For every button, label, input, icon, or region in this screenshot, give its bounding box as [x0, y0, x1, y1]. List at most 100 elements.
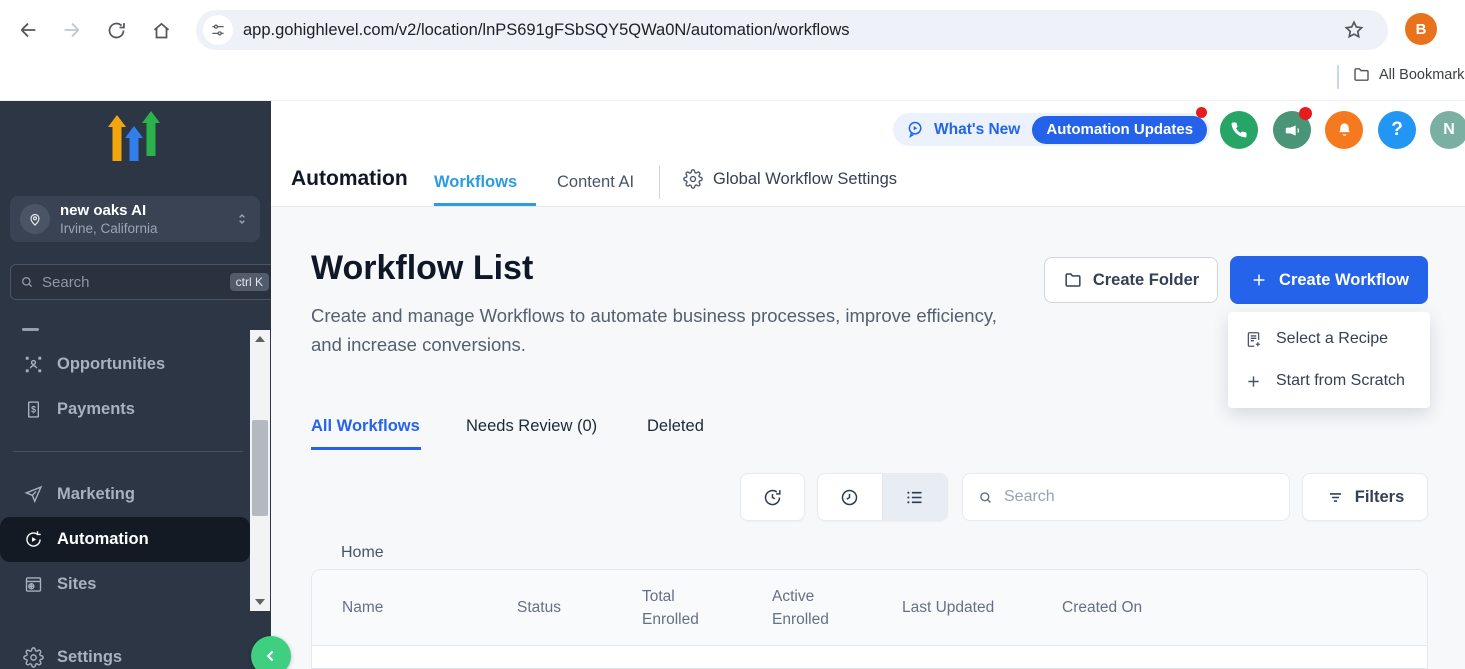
sidebar-scrollbar[interactable]: [250, 330, 270, 611]
menu-item-label: Select a Recipe: [1276, 330, 1388, 348]
chevron-left-icon: [261, 646, 281, 666]
location-switcher[interactable]: new oaks AI Irvine, California: [10, 196, 260, 242]
sidebar-collapse-button[interactable]: [251, 636, 291, 669]
global-workflow-settings-label: Global Workflow Settings: [713, 170, 897, 189]
whats-new-icon: [905, 119, 926, 140]
tab-content-ai[interactable]: Content AI: [557, 173, 634, 192]
create-folder-button[interactable]: Create Folder: [1044, 257, 1218, 303]
sidebar-item-label: Opportunities: [57, 355, 165, 374]
tab-needs-review[interactable]: Needs Review (0): [466, 417, 597, 436]
scrollbar-thumb[interactable]: [252, 420, 268, 516]
sidebar-item-label: Marketing: [57, 485, 135, 504]
workflow-list-title: Workflow List: [311, 249, 533, 288]
sidebar-item-opportunities[interactable]: Opportunities: [0, 342, 271, 387]
all-bookmarks-button[interactable]: All Bookmarks: [1352, 65, 1465, 84]
time-view-button[interactable]: [818, 474, 883, 520]
column-header-name: Name: [342, 599, 517, 617]
sidebar-item-label: Automation: [57, 530, 149, 549]
table-header-row: Name Status Total Enrolled Active Enroll…: [312, 570, 1427, 646]
column-header-active-enrolled: Active Enrolled: [772, 585, 902, 631]
page-title: Automation: [291, 167, 408, 191]
scrollbar-down-arrow[interactable]: [250, 593, 270, 611]
header-divider: [659, 165, 660, 199]
sidebar-item-label: Sites: [57, 575, 96, 594]
phone-icon: [1230, 121, 1248, 139]
search-icon: [19, 274, 35, 290]
browser-home-button[interactable]: [145, 14, 177, 46]
sidebar-search[interactable]: ctrl K: [10, 264, 278, 300]
scrollbar-up-arrow[interactable]: [250, 330, 270, 348]
filters-label: Filters: [1355, 488, 1405, 507]
clock-icon: [839, 487, 860, 508]
user-avatar[interactable]: N: [1430, 111, 1465, 149]
sidebar: new oaks AI Irvine, California ctrl K: [0, 101, 271, 669]
search-icon: [977, 489, 994, 506]
sidebar-item-payments[interactable]: $ Payments: [0, 387, 271, 432]
screen: app.gohighlevel.com/v2/location/lnPS691g…: [0, 0, 1465, 669]
whats-new-button[interactable]: What's New Automation Updates: [893, 113, 1210, 146]
url-text: app.gohighlevel.com/v2/location/lnPS691g…: [243, 21, 850, 40]
tab-all-workflows[interactable]: All Workflows: [311, 417, 420, 436]
location-name: new oaks AI: [60, 202, 234, 220]
menu-item-select-recipe[interactable]: Select a Recipe: [1228, 318, 1430, 360]
workflow-list-description: Create and manage Workflows to automate …: [311, 301, 1016, 359]
column-header-created-on: Created On: [1062, 599, 1142, 617]
sidebar-item-settings[interactable]: Settings: [0, 635, 271, 669]
notification-dot: [1196, 107, 1207, 118]
location-city: Irvine, California: [60, 220, 234, 237]
tab-workflows[interactable]: Workflows: [434, 173, 517, 192]
menu-item-start-from-scratch[interactable]: Start from Scratch: [1228, 360, 1430, 402]
folder-icon: [1352, 65, 1371, 84]
filter-icon: [1326, 488, 1345, 507]
create-workflow-button[interactable]: Create Workflow: [1230, 256, 1428, 304]
workflow-search-input[interactable]: [1004, 488, 1275, 506]
workflow-table: Name Status Total Enrolled Active Enroll…: [311, 569, 1428, 669]
create-workflow-dropdown: Select a Recipe Start from Scratch: [1228, 312, 1430, 408]
filters-button[interactable]: Filters: [1302, 473, 1428, 521]
gear-icon: [683, 169, 703, 189]
tab-deleted[interactable]: Deleted: [647, 417, 704, 436]
phone-button[interactable]: [1220, 111, 1258, 149]
active-tab-underline: [311, 447, 421, 450]
sidebar-search-input[interactable]: [42, 274, 230, 291]
address-bar[interactable]: app.gohighlevel.com/v2/location/lnPS691g…: [196, 10, 1388, 50]
bookmark-star-icon[interactable]: [1342, 18, 1366, 42]
whats-new-label: What's New: [934, 121, 1020, 139]
browser-back-button[interactable]: [12, 14, 44, 46]
breadcrumb[interactable]: Home: [341, 544, 384, 562]
automation-updates-badge[interactable]: Automation Updates: [1032, 116, 1207, 144]
sidebar-item-automation[interactable]: Automation: [0, 517, 250, 562]
opportunities-icon: [22, 354, 44, 376]
sidebar-item-marketing[interactable]: Marketing: [0, 472, 271, 517]
history-button[interactable]: [740, 473, 805, 521]
sidebar-item-label: Payments: [57, 400, 135, 419]
sidebar-menu: Opportunities $ Payments Marketing Autom…: [0, 342, 271, 669]
megaphone-icon: [1283, 121, 1302, 140]
svg-text:$: $: [31, 405, 36, 415]
payments-icon: $: [22, 399, 44, 421]
partial-menu-item-icon: [22, 328, 39, 331]
list-icon: [904, 487, 925, 508]
notifications-button[interactable]: [1325, 111, 1363, 149]
menu-item-label: Start from Scratch: [1276, 372, 1405, 390]
location-pin-icon: [20, 204, 50, 234]
question-mark-icon: ?: [1391, 119, 1403, 141]
browser-forward-button[interactable]: [56, 14, 88, 46]
plus-icon: [1249, 270, 1269, 290]
create-workflow-label: Create Workflow: [1279, 271, 1409, 290]
list-view-button[interactable]: [883, 474, 948, 520]
sidebar-item-label: Settings: [57, 648, 122, 667]
create-folder-label: Create Folder: [1093, 271, 1199, 290]
history-clock-icon: [762, 487, 783, 508]
site-settings-icon[interactable]: [203, 15, 233, 45]
view-toggle: [817, 473, 948, 521]
sidebar-item-sites[interactable]: Sites: [0, 562, 271, 607]
global-workflow-settings-link[interactable]: Global Workflow Settings: [683, 169, 897, 189]
help-button[interactable]: ?: [1378, 111, 1416, 149]
notification-dot: [1299, 107, 1312, 120]
automation-icon: [22, 529, 44, 551]
workflow-search[interactable]: [962, 473, 1290, 521]
search-shortcut-badge: ctrl K: [230, 273, 269, 291]
browser-reload-button[interactable]: [100, 14, 132, 46]
browser-profile-avatar[interactable]: B: [1405, 13, 1437, 45]
